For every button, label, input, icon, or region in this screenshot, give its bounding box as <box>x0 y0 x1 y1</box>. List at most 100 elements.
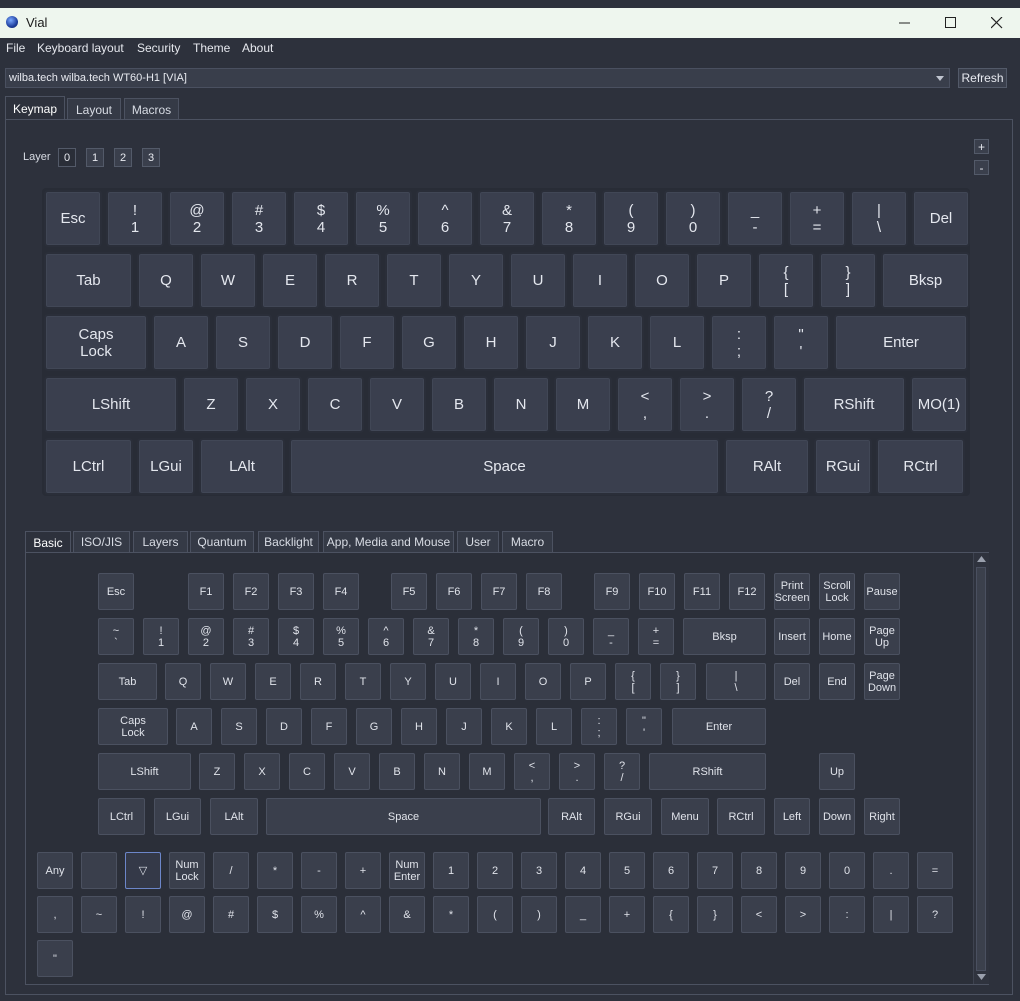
keycode-exclaim[interactable]: ! 1 <box>143 618 179 655</box>
keycode-4[interactable]: 4 <box>565 852 601 889</box>
keycode-colon[interactable]: : <box>829 896 865 933</box>
keycode-y[interactable]: Y <box>390 663 426 700</box>
keymap-key-l[interactable]: L <box>648 314 706 371</box>
keycode-tab-app-media-and-mouse[interactable]: App, Media and Mouse <box>323 531 454 552</box>
keycode-quote[interactable]: " ' <box>626 708 662 745</box>
keycode-f9[interactable]: F9 <box>594 573 630 610</box>
keycode-question[interactable]: ? / <box>604 753 640 790</box>
keycode-tab-backlight[interactable]: Backlight <box>258 531 319 552</box>
tab-layout[interactable]: Layout <box>67 98 121 120</box>
keycode-print[interactable]: Print Screen <box>774 573 810 610</box>
keymap-key-p[interactable]: P <box>695 252 753 309</box>
keycode-n[interactable]: N <box>424 753 460 790</box>
keycode-less[interactable]: < <box>741 896 777 933</box>
layer-2-button[interactable]: 2 <box>114 148 132 167</box>
keycode-m[interactable]: M <box>469 753 505 790</box>
keymap-key-z[interactable]: Z <box>182 376 240 433</box>
keycode-percent[interactable]: % 5 <box>323 618 359 655</box>
keymap-key-mo-1[interactable]: MO(1) <box>910 376 968 433</box>
keymap-key-caret[interactable]: ^ 6 <box>416 190 474 247</box>
keycode-tilde[interactable]: ~ ` <box>98 618 134 655</box>
keymap-key-x[interactable]: X <box>244 376 302 433</box>
keycode-7[interactable]: 7 <box>697 852 733 889</box>
keycode-dollar[interactable]: $ 4 <box>278 618 314 655</box>
keycode-end[interactable]: End <box>819 663 855 700</box>
keycode-f7[interactable]: F7 <box>481 573 517 610</box>
palette-scrollbar[interactable] <box>973 553 989 984</box>
keymap-key-tab[interactable]: Tab <box>44 252 133 309</box>
keycode-left[interactable]: Left <box>774 798 810 835</box>
maximize-button[interactable] <box>928 8 974 38</box>
keymap-key-enter[interactable]: Enter <box>834 314 968 371</box>
menu-about[interactable]: About <box>242 41 273 55</box>
keycode-rctrl[interactable]: RCtrl <box>717 798 765 835</box>
menu-theme[interactable]: Theme <box>193 41 230 55</box>
keycode-0[interactable]: 0 <box>829 852 865 889</box>
keycode-w[interactable]: W <box>210 663 246 700</box>
keycode-greater[interactable]: > <box>785 896 821 933</box>
keycode-plus[interactable]: + <box>609 896 645 933</box>
keymap-key-a[interactable]: A <box>152 314 210 371</box>
keycode-lbrace[interactable]: { <box>653 896 689 933</box>
keycode-comma[interactable]: , <box>37 896 73 933</box>
keymap-key-lbrace[interactable]: { [ <box>757 252 815 309</box>
keymap-key-space[interactable]: Space <box>289 438 720 495</box>
tab-macros[interactable]: Macros <box>124 98 179 120</box>
keycode-lctrl[interactable]: LCtrl <box>98 798 145 835</box>
keycode-period[interactable]: . <box>873 852 909 889</box>
keymap-key-m[interactable]: M <box>554 376 612 433</box>
keycode-percent[interactable]: % <box>301 896 337 933</box>
keymap-key-lalt[interactable]: LAlt <box>199 438 285 495</box>
keycode-rgui[interactable]: RGui <box>604 798 652 835</box>
keycode-f1[interactable]: F1 <box>188 573 224 610</box>
keycode-z[interactable]: Z <box>199 753 235 790</box>
keycode-a[interactable]: A <box>176 708 212 745</box>
keycode-less[interactable]: < , <box>514 753 550 790</box>
keycode-r[interactable]: R <box>300 663 336 700</box>
keycode-tab-quantum[interactable]: Quantum <box>190 531 254 552</box>
keycode-amp[interactable]: & 7 <box>413 618 449 655</box>
keycode-j[interactable]: J <box>446 708 482 745</box>
keycode-f3[interactable]: F3 <box>278 573 314 610</box>
keycode-equal[interactable]: = <box>917 852 953 889</box>
keycode-rparen[interactable]: ) <box>521 896 557 933</box>
refresh-button[interactable]: Refresh <box>958 68 1007 88</box>
keycode-del[interactable]: Del <box>774 663 810 700</box>
keymap-key-question[interactable]: ? / <box>740 376 798 433</box>
keymap-key-colon[interactable]: : ; <box>710 314 768 371</box>
keycode-slash[interactable]: / <box>213 852 249 889</box>
keycode-t[interactable]: T <box>345 663 381 700</box>
keycode-caret[interactable]: ^ 6 <box>368 618 404 655</box>
keycode-g[interactable]: G <box>356 708 392 745</box>
keymap-key-d[interactable]: D <box>276 314 334 371</box>
keycode-u[interactable]: U <box>435 663 471 700</box>
keymap-key-i[interactable]: I <box>571 252 629 309</box>
keycode-up[interactable]: Up <box>819 753 855 790</box>
keycode-b[interactable]: B <box>379 753 415 790</box>
keymap-key-del[interactable]: Del <box>912 190 970 247</box>
keycode-lparen[interactable]: ( 9 <box>503 618 539 655</box>
keymap-key-exclaim[interactable]: ! 1 <box>106 190 164 247</box>
keycode-asterisk[interactable]: * <box>257 852 293 889</box>
keymap-key-n[interactable]: N <box>492 376 550 433</box>
keycode-tab-basic[interactable]: Basic <box>25 531 71 553</box>
keycode-asterisk[interactable]: * 8 <box>458 618 494 655</box>
menu-file[interactable]: File <box>6 41 25 55</box>
keymap-key-lshift[interactable]: LShift <box>44 376 178 433</box>
keycode-rbrace[interactable]: } ] <box>660 663 696 700</box>
keycode-num[interactable]: Num Lock <box>169 852 205 889</box>
keycode-2[interactable]: 2 <box>477 852 513 889</box>
keycode-enter[interactable]: Enter <box>672 708 766 745</box>
close-button[interactable] <box>974 8 1020 38</box>
keycode-l[interactable]: L <box>536 708 572 745</box>
keycode-i[interactable]: I <box>480 663 516 700</box>
keymap-key-c[interactable]: C <box>306 376 364 433</box>
keymap-key-rctrl[interactable]: RCtrl <box>876 438 965 495</box>
keymap-key-percent[interactable]: % 5 <box>354 190 412 247</box>
keycode-insert[interactable]: Insert <box>774 618 810 655</box>
keycode-k[interactable]: K <box>491 708 527 745</box>
keymap-key-r[interactable]: R <box>323 252 381 309</box>
keycode-lparen[interactable]: ( <box>477 896 513 933</box>
keycode-at[interactable]: @ 2 <box>188 618 224 655</box>
keycode-at[interactable]: @ <box>169 896 205 933</box>
